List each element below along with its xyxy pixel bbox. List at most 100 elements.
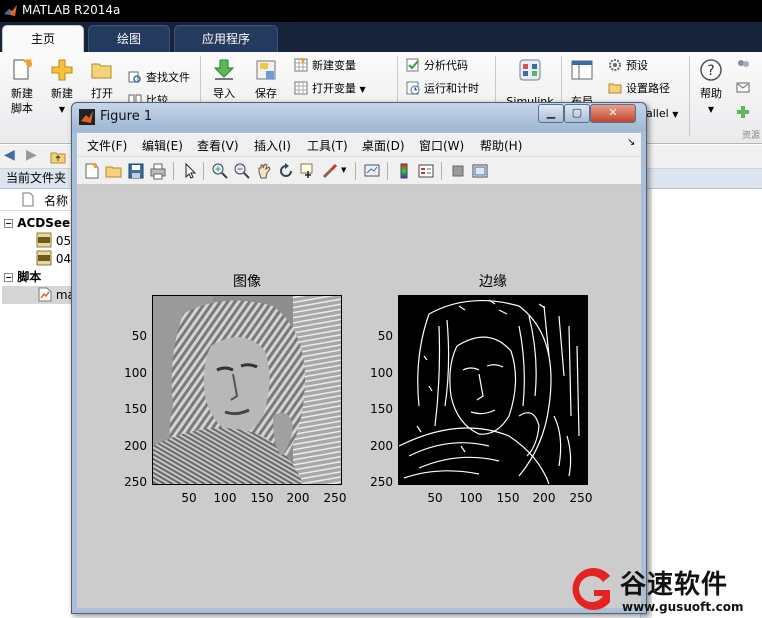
tree-file-04[interactable]: 04 xyxy=(36,250,71,268)
new-caret-icon: ▼ xyxy=(58,105,66,114)
help-label: 帮助 xyxy=(700,87,722,100)
y-tick-label: 100 xyxy=(370,366,393,380)
add-ons-button[interactable] xyxy=(736,104,754,122)
forward-arrow-icon[interactable]: ▶ xyxy=(26,147,37,163)
tab-home[interactable]: 主页 xyxy=(2,25,84,52)
menu-insert[interactable]: 插入(I) xyxy=(254,137,291,154)
x-tick-label: 100 xyxy=(459,491,483,505)
back-arrow-icon[interactable]: ◀ xyxy=(4,147,15,163)
y-tick-label: 200 xyxy=(370,439,393,453)
menu-window[interactable]: 窗口(W) xyxy=(419,137,464,154)
jpg-file-icon xyxy=(36,250,52,266)
new-variable-button[interactable]: 新建变量 xyxy=(294,57,356,75)
new-script-label-1: 新建 xyxy=(11,87,33,100)
parallel-button[interactable]: allel ▼ xyxy=(646,105,678,123)
zoom-out-icon[interactable] xyxy=(233,162,251,180)
figure-canvas[interactable]: 图像 50 100 150 200 250 50 100 150 200 250… xyxy=(77,185,641,608)
name-column-header[interactable]: 名称 xyxy=(44,192,68,209)
data-cursor-icon[interactable] xyxy=(299,162,317,180)
open-variable-button[interactable]: 打开变量 ▼ xyxy=(294,80,366,98)
tree-group-label: ACDSee xyxy=(17,216,71,230)
help-button[interactable]: ? 帮助 ▼ xyxy=(694,58,728,117)
matlab-figure-icon xyxy=(79,109,95,125)
menu-desktop[interactable]: 桌面(D) xyxy=(362,137,405,154)
rotate-icon[interactable] xyxy=(277,162,295,180)
analyze-code-icon xyxy=(406,58,419,72)
brush-icon[interactable] xyxy=(321,162,339,180)
tree-file-05[interactable]: 05 xyxy=(36,232,71,250)
tab-apps[interactable]: 应用程序 xyxy=(174,25,278,52)
pointer-icon[interactable] xyxy=(181,162,199,180)
close-button[interactable]: ✕ xyxy=(590,104,636,123)
set-path-button[interactable]: 设置路径 xyxy=(608,80,670,98)
open-file-icon[interactable] xyxy=(105,162,123,180)
help-caret-icon: ▼ xyxy=(707,105,715,114)
hide-plot-tools-icon[interactable] xyxy=(449,162,467,180)
maximize-button[interactable]: ▢ xyxy=(564,104,590,123)
new-variable-icon xyxy=(294,58,308,72)
tab-plots[interactable]: 绘图 xyxy=(88,25,170,52)
up-folder-icon[interactable] xyxy=(50,149,66,165)
minimize-button[interactable]: ▁ xyxy=(538,104,564,123)
link-plot-icon[interactable] xyxy=(363,162,381,180)
show-plot-tools-icon[interactable] xyxy=(471,162,489,180)
analyze-code-button[interactable]: 分析代码 xyxy=(406,57,468,75)
save-workspace-button[interactable]: 保存 xyxy=(248,58,284,101)
tree-file-label: 04 xyxy=(55,252,72,266)
x-tick-label: 50 xyxy=(181,491,197,505)
zoom-in-icon[interactable] xyxy=(211,162,229,180)
x-tick-label: 150 xyxy=(250,491,274,505)
ribbon-tab-bar: 主页 绘图 应用程序 xyxy=(0,22,762,52)
gusu-logo-icon xyxy=(572,568,610,610)
new-variable-label: 新建变量 xyxy=(312,59,356,72)
x-tick-label: 100 xyxy=(213,491,237,505)
pan-icon[interactable] xyxy=(255,162,273,180)
preferences-button[interactable]: 预设 xyxy=(608,57,648,75)
x-tick-label: 150 xyxy=(496,491,520,505)
request-support-button[interactable] xyxy=(736,80,754,98)
import-button[interactable]: 导入 xyxy=(206,58,242,101)
open-button[interactable]: 打开 xyxy=(84,58,120,101)
request-support-icon xyxy=(736,82,750,93)
collapse-icon[interactable]: − xyxy=(4,273,13,282)
menu-tools[interactable]: 工具(T) xyxy=(307,137,348,154)
figure-toolbar: ▼ xyxy=(77,157,641,185)
subplot-2-title: 边缘 xyxy=(479,274,507,290)
x-tick-label: 250 xyxy=(323,491,347,505)
open-variable-caret-icon: ▼ xyxy=(359,85,366,94)
print-icon[interactable] xyxy=(149,162,167,180)
tree-group-scripts[interactable]: − 脚本 xyxy=(4,268,41,286)
collapse-icon[interactable]: − xyxy=(4,219,13,228)
save-icon[interactable] xyxy=(127,162,145,180)
edge-axes[interactable] xyxy=(398,295,588,485)
x-tick-label: 200 xyxy=(532,491,556,505)
tree-group-acdsee[interactable]: − ACDSee xyxy=(4,214,70,232)
dock-arrow-icon[interactable]: ↘ xyxy=(627,137,635,148)
new-figure-icon[interactable] xyxy=(83,162,101,180)
edge-map-image xyxy=(398,299,580,485)
tree-file-selected[interactable]: ma xyxy=(2,286,82,304)
simulink-icon xyxy=(519,59,541,81)
resources-group-label: 资源 xyxy=(742,131,761,141)
new-script-button[interactable]: 新建 脚本 xyxy=(4,58,40,116)
toolbar-divider xyxy=(355,162,356,180)
run-and-time-button[interactable]: 运行和计时 xyxy=(406,80,479,98)
image-axes[interactable] xyxy=(152,295,342,485)
menu-view[interactable]: 查看(V) xyxy=(197,137,239,154)
import-icon xyxy=(213,59,235,80)
x-tick-label: 200 xyxy=(286,491,310,505)
y-tick-label: 200 xyxy=(124,439,147,453)
menu-edit[interactable]: 编辑(E) xyxy=(142,137,183,154)
brush-dropdown-icon[interactable]: ▼ xyxy=(341,166,346,174)
new-label: 新建 xyxy=(51,87,73,100)
community-button[interactable] xyxy=(736,57,754,75)
figure-titlebar[interactable]: Figure 1 ▁ ▢ ✕ xyxy=(72,103,646,131)
colorbar-icon[interactable] xyxy=(395,162,413,180)
find-files-button[interactable]: 查找文件 xyxy=(128,69,190,87)
legend-icon[interactable] xyxy=(417,162,435,180)
barbara-grayscale-image xyxy=(153,296,341,484)
menu-file[interactable]: 文件(F) xyxy=(87,137,127,154)
menu-help[interactable]: 帮助(H) xyxy=(480,137,522,154)
app-title: MATLAB R2014a xyxy=(22,3,121,17)
gear-icon xyxy=(609,59,621,71)
